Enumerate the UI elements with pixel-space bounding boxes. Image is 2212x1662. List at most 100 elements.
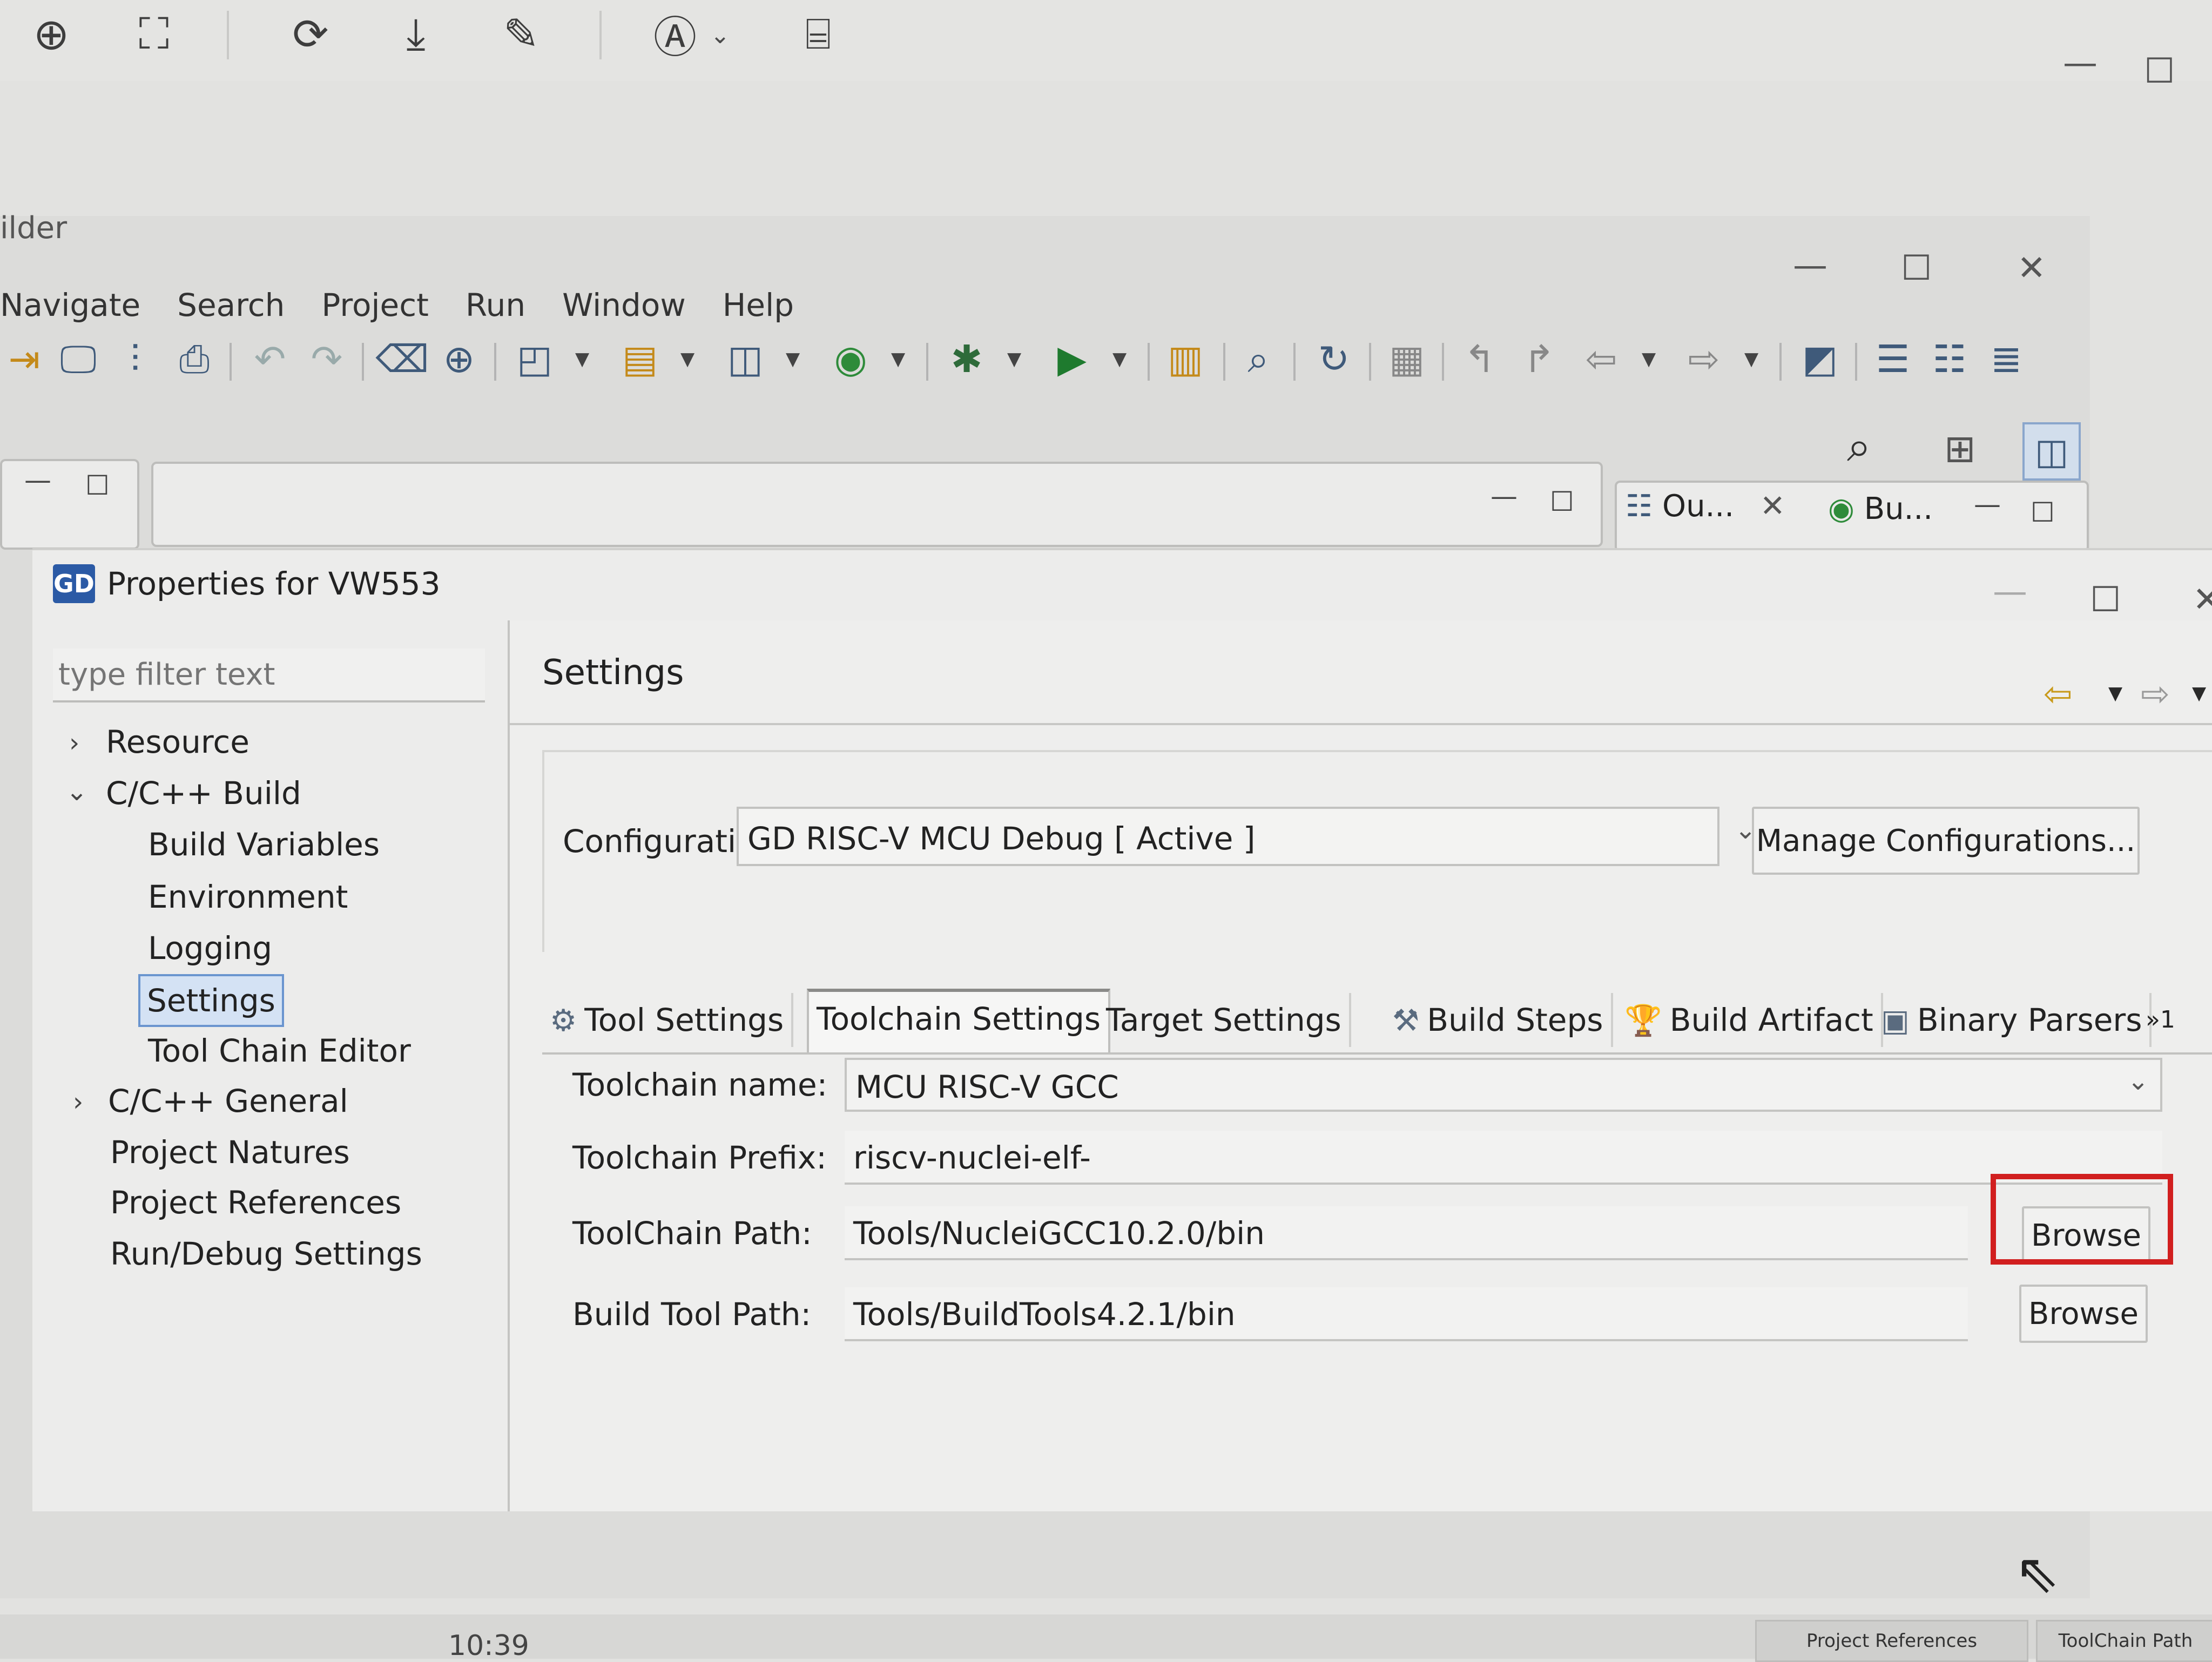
- taskbar-thumbnail[interactable]: Project References: [1755, 1620, 2028, 1662]
- checklist-icon[interactable]: ☷: [1925, 332, 1974, 386]
- new-class-icon[interactable]: ◉: [826, 332, 875, 386]
- debug-icon[interactable]: ✱: [942, 332, 991, 386]
- maximize-icon[interactable]: ☐: [85, 470, 110, 501]
- search-icon[interactable]: ⌕: [1847, 421, 1871, 472]
- tree-item-build-variables[interactable]: Build Variables: [148, 820, 380, 869]
- chevron-down-icon[interactable]: ▼: [1642, 348, 1656, 370]
- minimize-icon[interactable]: —: [1974, 489, 2001, 520]
- menu-help[interactable]: Help: [723, 281, 794, 329]
- menu-navigate[interactable]: Navigate: [0, 281, 140, 329]
- tree-item-settings[interactable]: Settings: [138, 974, 284, 1027]
- chevron-down-icon[interactable]: ▼: [2192, 683, 2206, 704]
- tab-tool-settings[interactable]: ⚙ Tool Settings: [542, 993, 794, 1047]
- chevron-down-icon[interactable]: ⌄: [66, 767, 87, 816]
- download-icon[interactable]: ⤓: [386, 4, 446, 64]
- maximize-icon[interactable]: ☐: [1550, 486, 1574, 517]
- manage-configurations-button[interactable]: Manage Configurations...: [1752, 807, 2140, 875]
- run-icon[interactable]: ▶: [1048, 332, 1096, 386]
- sliders-icon[interactable]: ⫶: [111, 332, 159, 386]
- tree-item-run-debug-settings[interactable]: Run/Debug Settings: [110, 1229, 422, 1278]
- minimize-icon[interactable]: —: [1993, 572, 2027, 612]
- tree-item-environment[interactable]: Environment: [148, 873, 348, 921]
- open-perspective-icon[interactable]: ⊞: [1944, 427, 1976, 471]
- chevron-down-icon[interactable]: ⌄: [710, 22, 730, 49]
- edit-icon[interactable]: ✎: [491, 4, 551, 64]
- tab-build-artifact[interactable]: 🏆 Build Artifact: [1617, 993, 1883, 1047]
- toolchain-prefix-field[interactable]: riscv-nuclei-elf-: [845, 1131, 2162, 1185]
- chevron-right-icon[interactable]: ›: [73, 1078, 83, 1126]
- maximize-icon[interactable]: ☐: [1901, 248, 1932, 288]
- configuration-select[interactable]: GD RISC-V MCU Debug [ Active ]: [737, 807, 1719, 866]
- prev-annotation-icon[interactable]: ↰: [1455, 332, 1504, 386]
- toolchain-name-select[interactable]: MCU RISC-V GCC: [845, 1058, 2162, 1112]
- c-perspective-icon[interactable]: ◫: [2022, 422, 2081, 481]
- scan-text-icon[interactable]: ⌸: [788, 4, 848, 64]
- chevron-down-icon[interactable]: ▼: [575, 348, 589, 370]
- back-arrow-icon[interactable]: ⇦: [2044, 674, 2073, 714]
- forward-icon[interactable]: ⇨: [1680, 332, 1728, 386]
- forward-arrow-icon[interactable]: ⇨: [2141, 674, 2170, 714]
- minimize-icon[interactable]: —: [1491, 481, 1518, 512]
- minimize-icon[interactable]: —: [24, 464, 51, 496]
- tab-build-targets[interactable]: ◉ Bu...: [1828, 491, 1933, 526]
- close-icon[interactable]: ✕: [1760, 489, 1785, 524]
- tree-item-cpp-build[interactable]: C/C++ Build: [106, 769, 301, 818]
- auto-enhance-icon[interactable]: Ⓐ: [645, 4, 705, 64]
- toggle-view-icon[interactable]: ▦: [1382, 332, 1431, 386]
- chevron-down-icon[interactable]: ▼: [786, 348, 800, 370]
- chevron-right-icon[interactable]: ›: [69, 719, 79, 767]
- tab-target-settings[interactable]: Target Settings: [1098, 993, 1351, 1047]
- open-task-icon[interactable]: ▥: [1161, 332, 1210, 386]
- terminal-icon[interactable]: 🖵: [54, 332, 103, 386]
- menu-run[interactable]: Run: [466, 281, 525, 329]
- taskbar-thumbnail[interactable]: ToolChain Path: [2036, 1620, 2212, 1662]
- maximize-icon[interactable]: ☐: [2090, 580, 2121, 620]
- chevron-down-icon[interactable]: ▼: [680, 348, 694, 370]
- tree-item-project-references[interactable]: Project References: [110, 1178, 401, 1227]
- toolchain-path-field[interactable]: Tools/NucleiGCC10.2.0/bin: [845, 1206, 1968, 1260]
- undo-icon[interactable]: ↶: [246, 332, 294, 386]
- bullet-list-icon[interactable]: ≣: [1982, 332, 2031, 386]
- tab-overflow[interactable]: »1: [2138, 993, 2183, 1047]
- chevron-down-icon[interactable]: ▼: [1744, 348, 1758, 370]
- tree-item-tool-chain-editor[interactable]: Tool Chain Editor: [148, 1026, 411, 1075]
- tab-toolchain-settings[interactable]: Toolchain Settings: [807, 989, 1111, 1052]
- tab-binary-parsers[interactable]: ▣ Binary Parsers: [1873, 993, 2152, 1047]
- chevron-down-icon[interactable]: ▼: [1007, 348, 1021, 370]
- new-c-file-icon[interactable]: ◫: [721, 332, 770, 386]
- tab-outline[interactable]: ☷ Ou... ✕: [1626, 489, 1785, 524]
- next-annotation-icon[interactable]: ↱: [1515, 332, 1563, 386]
- close-icon[interactable]: ✕: [2017, 248, 2046, 288]
- back-icon[interactable]: ⇦: [1577, 332, 1626, 386]
- menu-search[interactable]: Search: [177, 281, 285, 329]
- zoom-in-icon[interactable]: ⊕: [22, 4, 81, 64]
- filter-input[interactable]: [53, 648, 485, 702]
- tree-item-project-natures[interactable]: Project Natures: [110, 1128, 350, 1177]
- search-file-icon[interactable]: ⌕: [1234, 332, 1283, 386]
- minimize-icon[interactable]: —: [2063, 43, 2098, 83]
- menu-project[interactable]: Project: [321, 281, 428, 329]
- tree-item-resource[interactable]: Resource: [106, 718, 249, 766]
- chevron-down-icon[interactable]: ▼: [2108, 683, 2122, 704]
- tab-build-steps[interactable]: ⚒ Build Steps: [1385, 993, 1613, 1047]
- tree-item-cpp-general[interactable]: C/C++ General: [108, 1077, 348, 1125]
- build-tool-path-browse-button[interactable]: Browse: [2019, 1285, 2148, 1343]
- new-c-project-icon[interactable]: ◰: [510, 332, 559, 386]
- list-icon[interactable]: ☰: [1869, 332, 1917, 386]
- maximize-icon[interactable]: ☐: [2144, 51, 2175, 91]
- chevron-down-icon[interactable]: ▼: [891, 348, 905, 370]
- tree-item-logging[interactable]: Logging: [148, 924, 272, 972]
- fit-screen-icon[interactable]: ⛶: [124, 4, 184, 64]
- download-icon[interactable]: ⊕: [435, 332, 483, 386]
- printer-icon[interactable]: ⎙: [170, 332, 219, 386]
- maximize-icon[interactable]: ☐: [2031, 497, 2055, 528]
- minimize-icon[interactable]: —: [1793, 246, 1827, 286]
- chevron-down-icon[interactable]: ⌄: [2127, 1066, 2149, 1096]
- rotate-icon[interactable]: ⟳: [281, 4, 340, 64]
- close-icon[interactable]: ✕: [2193, 580, 2212, 620]
- import-icon[interactable]: ⇥: [0, 332, 49, 386]
- refresh-icon[interactable]: ↻: [1310, 332, 1358, 386]
- new-folder-icon[interactable]: ▤: [616, 332, 664, 386]
- chevron-down-icon[interactable]: ▼: [1112, 348, 1127, 370]
- eraser-icon[interactable]: ⌫: [376, 332, 429, 386]
